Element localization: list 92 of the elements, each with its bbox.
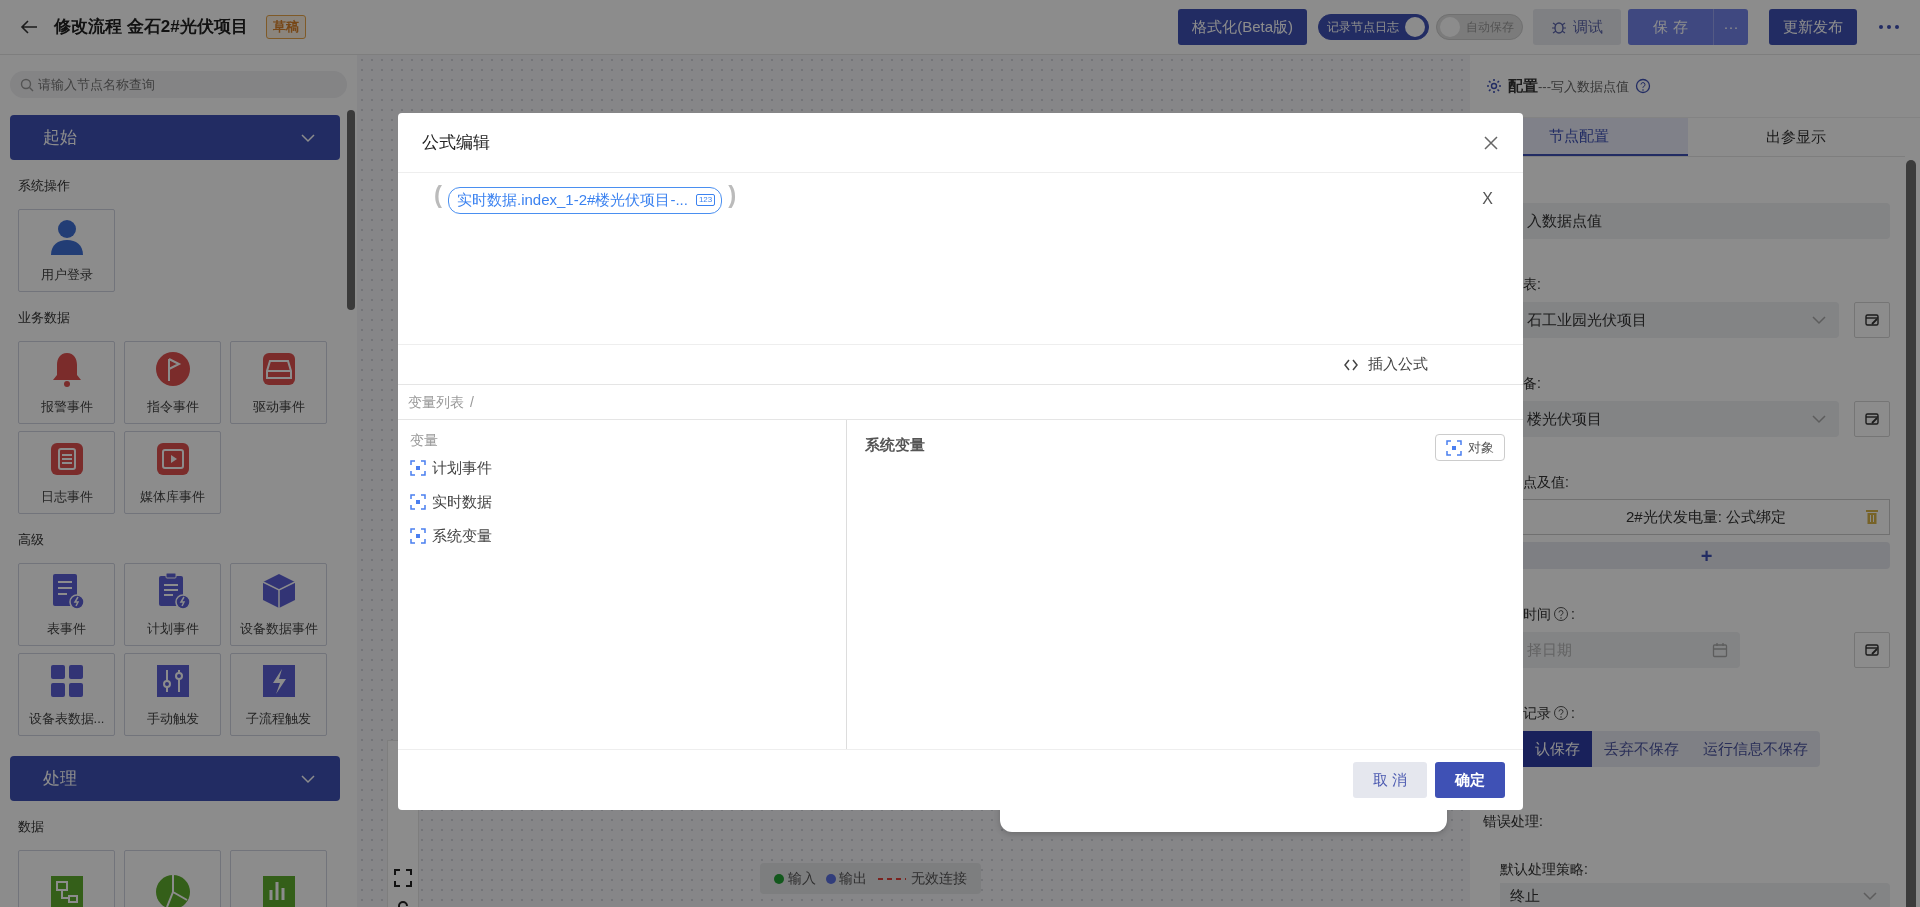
bug-icon: [1551, 19, 1567, 35]
edit-icon: [1864, 312, 1880, 328]
node-tile[interactable]: 媒体库事件: [124, 431, 221, 514]
variable-icon: [410, 494, 426, 510]
section-header[interactable]: 起始: [10, 115, 340, 160]
cancel-button[interactable]: 取 消: [1352, 762, 1427, 798]
calendar-icon: [1712, 642, 1728, 658]
legend-label: 输出: [839, 869, 867, 888]
panel-title: 配置---写入数据点值: [1508, 75, 1629, 96]
point-value: 2#光伏发电量: 公式绑定: [1626, 506, 1786, 527]
node-tile[interactable]: 手动触发: [124, 653, 221, 736]
variable-item[interactable]: 实时数据: [432, 490, 492, 514]
variable-icon: [410, 528, 426, 544]
fullscreen-icon[interactable]: [394, 869, 412, 887]
node-tile[interactable]: 表事件: [18, 563, 115, 646]
legend-label: 输入: [787, 869, 816, 888]
field-label: 默认处理策略:: [1500, 859, 1588, 879]
search-icon: [20, 78, 34, 92]
scrollbar[interactable]: [347, 110, 355, 310]
edit-button[interactable]: [1854, 632, 1890, 668]
status-badge: 草稿: [265, 15, 306, 39]
gear-icon: [1486, 78, 1502, 94]
bracket: (: [434, 183, 442, 207]
segment-option[interactable]: 认保存: [1523, 731, 1592, 767]
node-tile[interactable]: 设备数据事件: [230, 563, 327, 646]
dialog-title: 公式编辑: [422, 131, 490, 154]
segment-option[interactable]: 丢弃不保存: [1592, 731, 1691, 767]
close-icon[interactable]: [1483, 134, 1499, 151]
bracket: ): [728, 183, 737, 207]
node-tile[interactable]: 报警事件: [18, 341, 115, 424]
list-heading: 变量: [410, 431, 439, 450]
debug-button[interactable]: 调试: [1533, 9, 1621, 45]
publish-button[interactable]: 更新发布: [1769, 9, 1857, 45]
field-label: :: [1571, 604, 1575, 624]
formula-editor[interactable]: ( 实时数据.index_1-2#楼光伏项目-... 123 ) X: [398, 173, 1523, 345]
variable-item[interactable]: 系统变量: [432, 524, 492, 548]
back-icon[interactable]: [20, 18, 38, 36]
code-icon: [1344, 358, 1358, 371]
detail-title: 系统变量: [865, 435, 925, 455]
page-title: 修改流程 金石2#光伏项目: [54, 16, 248, 39]
add-button[interactable]: +: [1523, 542, 1890, 569]
field-label: 点及值:: [1523, 472, 1569, 492]
field-label: 记录: [1523, 703, 1551, 723]
node-tile[interactable]: 用户登录: [18, 209, 115, 292]
legend-dot: [774, 873, 784, 884]
edit-button[interactable]: [1854, 302, 1890, 338]
group-title: 高级: [18, 531, 45, 548]
dashed-line-icon: [877, 876, 907, 881]
node-tile[interactable]: 日志事件: [18, 431, 115, 514]
group-title: 业务数据: [18, 309, 71, 326]
legend-label: 无效连接: [910, 869, 967, 888]
select-field[interactable]: 石工业园光伏项目: [1523, 302, 1839, 338]
section-header[interactable]: 处理: [10, 756, 340, 801]
node-tile[interactable]: 驱动事件: [230, 341, 327, 424]
help-icon: [1635, 78, 1651, 94]
variable-icon: [1446, 439, 1462, 456]
field-label: 备:: [1523, 373, 1541, 393]
segment-option[interactable]: 运行信息不保存: [1691, 731, 1820, 767]
more-button[interactable]: ···: [1713, 9, 1748, 45]
type-tag: 123: [695, 194, 716, 207]
scrollbar[interactable]: [1906, 160, 1916, 907]
variable-tag[interactable]: 实时数据.index_1-2#楼光伏项目-... 123: [448, 187, 723, 214]
breadcrumb: /: [470, 392, 474, 412]
object-button[interactable]: 对象: [1435, 434, 1505, 461]
group-title: 系统操作: [18, 177, 71, 194]
search-field[interactable]: 请输入节点名称查询: [10, 71, 347, 98]
variable-item[interactable]: 计划事件: [432, 456, 492, 480]
field-label: 时间: [1523, 604, 1551, 624]
legend-dot: [825, 873, 836, 884]
group-title: 数据: [18, 818, 45, 835]
field-label: 表:: [1523, 274, 1541, 294]
variable-icon: [410, 460, 426, 476]
save-button[interactable]: 保 存: [1628, 9, 1713, 45]
select-field[interactable]: 终止: [1500, 883, 1890, 907]
toggle-switch[interactable]: 记录节点日志: [1317, 14, 1429, 40]
breadcrumb: 变量列表: [408, 392, 464, 412]
more-icon[interactable]: [1878, 24, 1900, 30]
node-tile[interactable]: 设备表数据...: [18, 653, 115, 736]
edit-icon: [1864, 411, 1880, 427]
node-tile[interactable]: 子流程触发: [230, 653, 327, 736]
node-tile[interactable]: 指令事件: [124, 341, 221, 424]
format-button[interactable]: 格式化(Beta版): [1178, 9, 1307, 45]
text-field[interactable]: 入数据点值: [1523, 203, 1890, 239]
section-label: 错误处理:: [1483, 811, 1543, 831]
clear-button[interactable]: X: [1482, 187, 1493, 211]
select-field[interactable]: 楼光伏项目: [1523, 401, 1839, 437]
confirm-button[interactable]: 确定: [1435, 762, 1505, 798]
insert-formula-link[interactable]: 插入公式: [1368, 353, 1428, 376]
edit-button[interactable]: [1854, 401, 1890, 437]
node-tile[interactable]: 计划事件: [124, 563, 221, 646]
field-label: :: [1571, 703, 1575, 723]
edit-icon: [1864, 642, 1880, 658]
